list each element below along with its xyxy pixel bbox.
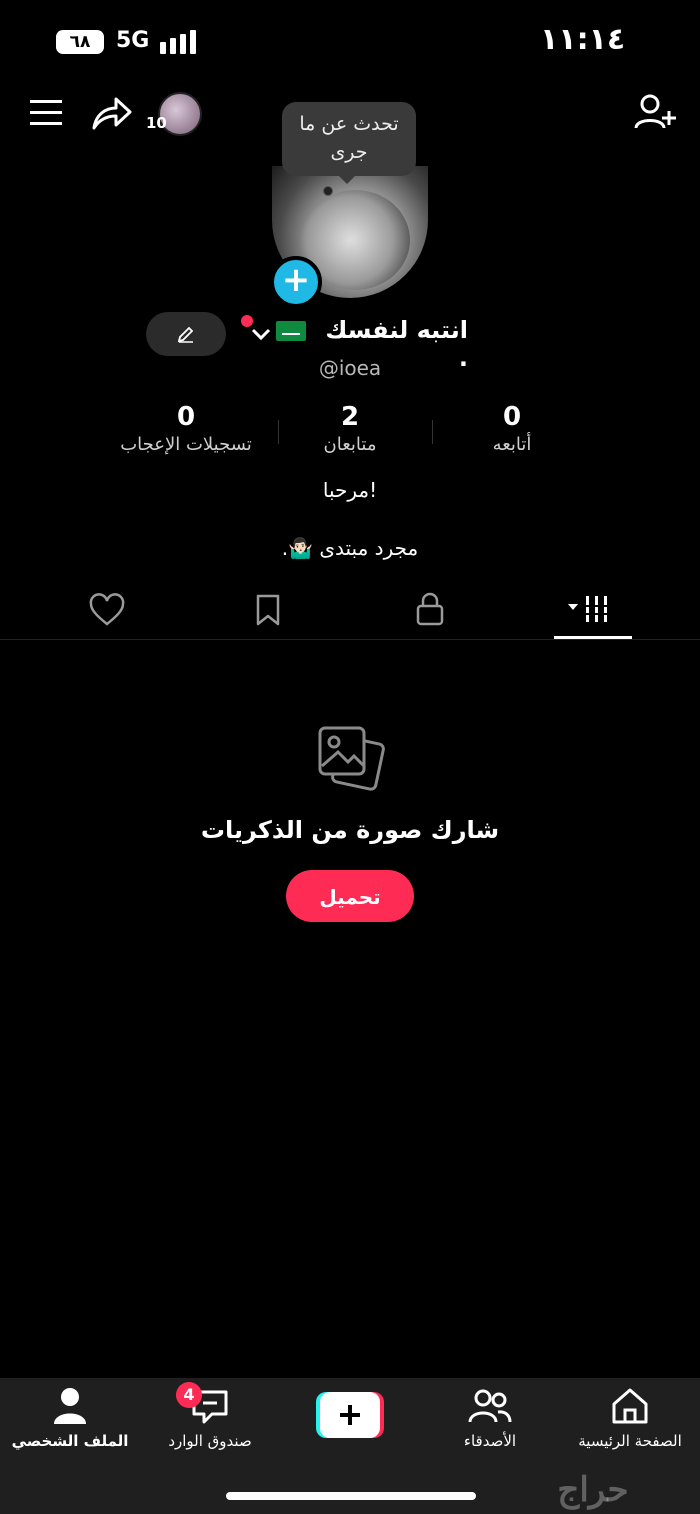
story-badge-count: 10 bbox=[146, 114, 167, 132]
likes-label: تسجيلات الإعجاب bbox=[120, 434, 252, 455]
saudi-flag-icon bbox=[276, 321, 306, 341]
add-story-plus-icon[interactable]: + bbox=[270, 256, 322, 308]
tab-videos-grid-icon[interactable] bbox=[562, 588, 622, 632]
stats-divider bbox=[432, 420, 433, 444]
upload-button[interactable]: تحميل bbox=[286, 870, 414, 922]
add-user-icon[interactable] bbox=[632, 92, 678, 134]
tabs-divider bbox=[0, 639, 700, 640]
nav-inbox-label: صندوق الوارد bbox=[168, 1432, 252, 1450]
note-bubble-tail bbox=[337, 174, 357, 184]
home-indicator[interactable] bbox=[226, 1492, 476, 1500]
nav-home-label: الصفحة الرئيسية bbox=[578, 1432, 682, 1450]
menu-icon[interactable] bbox=[30, 96, 64, 130]
share-icon[interactable] bbox=[88, 92, 134, 134]
bio-line-1: مرحبا! bbox=[322, 478, 378, 502]
nav-friends[interactable]: الأصدقاء bbox=[420, 1386, 560, 1450]
tab-saved-bookmark-icon[interactable] bbox=[238, 588, 298, 632]
friends-icon bbox=[468, 1389, 512, 1423]
tab-private-lock-icon[interactable] bbox=[400, 588, 460, 632]
nav-home[interactable]: الصفحة الرئيسية bbox=[560, 1386, 700, 1450]
nav-profile-label: الملف الشخصي bbox=[11, 1432, 129, 1450]
note-bubble-dot bbox=[323, 186, 333, 196]
stats-divider bbox=[278, 420, 279, 444]
followers-count[interactable]: 2 bbox=[310, 402, 390, 432]
empty-state-message: شارك صورة من الذكريات bbox=[200, 816, 500, 844]
inbox-badge: 4 bbox=[176, 1382, 202, 1408]
following-count[interactable]: 0 bbox=[472, 402, 552, 432]
likes-count[interactable]: 0 bbox=[146, 402, 226, 432]
nav-inbox[interactable]: صندوق الوارد bbox=[140, 1386, 280, 1450]
watermark-logo: حراج bbox=[557, 1470, 629, 1510]
username: @ioea bbox=[318, 356, 382, 380]
nav-friends-label: الأصدقاء bbox=[463, 1432, 517, 1450]
signal-icon bbox=[160, 30, 200, 54]
pencil-icon bbox=[177, 326, 194, 343]
bio-line-2: مجرد مبتدى 🤷🏻‍♂️. bbox=[281, 536, 419, 560]
battery-indicator: ٦٨ bbox=[56, 30, 104, 54]
status-time: ١١:١٤ bbox=[540, 22, 626, 57]
following-label: أتابعه bbox=[492, 434, 532, 455]
photo-gallery-icon bbox=[318, 726, 385, 791]
create-plus-button[interactable] bbox=[316, 1392, 384, 1438]
note-bubble[interactable]: تحدث عن ما جرى bbox=[282, 102, 416, 176]
followers-label: متابعان bbox=[323, 434, 377, 455]
tab-liked-heart-icon[interactable] bbox=[77, 588, 137, 632]
network-type: 5G bbox=[116, 28, 150, 53]
edit-profile-button[interactable] bbox=[146, 312, 226, 356]
nav-profile[interactable]: الملف الشخصي bbox=[0, 1386, 140, 1450]
home-icon bbox=[612, 1388, 648, 1424]
profile-icon bbox=[54, 1388, 86, 1424]
chevron-down-icon[interactable] bbox=[250, 326, 272, 342]
